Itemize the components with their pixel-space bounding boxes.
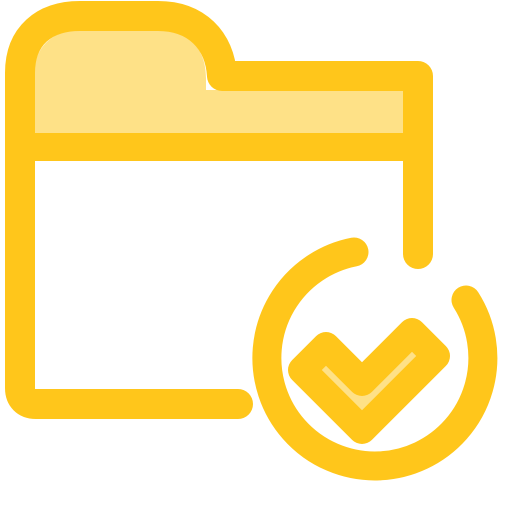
- icon-canvas: [0, 0, 512, 512]
- check-mark-outline: [288, 318, 450, 444]
- folder-check-icon: [5, 1, 498, 481]
